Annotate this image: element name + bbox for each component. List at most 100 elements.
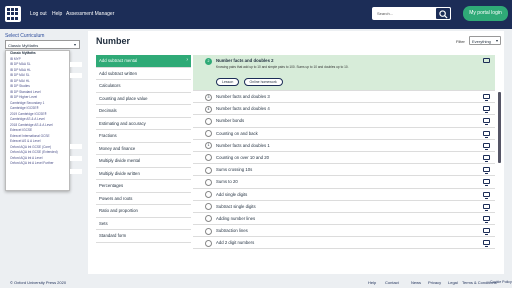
hidden-list-stub xyxy=(70,73,82,78)
lesson-row[interactable]: 4 Number facts and doubles 4 xyxy=(193,103,495,116)
footer-link-help[interactable]: Help xyxy=(368,280,376,285)
lesson-title: Add single digits xyxy=(216,191,248,197)
topic-item[interactable]: Percentages xyxy=(96,180,191,193)
main-panel: Number Filter Everything ▾ Add subtract … xyxy=(88,31,504,274)
lesson-row[interactable]: Add 2 digit numbers xyxy=(193,237,495,250)
topic-item[interactable]: Multiply divide mental xyxy=(96,155,191,168)
filter-label: Filter xyxy=(456,39,465,44)
lesson-row[interactable]: Subtract single digits xyxy=(193,201,495,213)
hidden-list-stub xyxy=(70,156,82,161)
topic-item[interactable]: Money and finance xyxy=(96,143,191,155)
monitor-icon[interactable] xyxy=(483,94,490,101)
lesson-title: Number facts and doubles 1 xyxy=(216,142,270,148)
portal-login-button[interactable]: My portal login xyxy=(463,6,508,21)
logout-link[interactable]: Log out xyxy=(30,11,47,17)
filter-value: Everything xyxy=(472,39,491,44)
lesson-row[interactable]: Counting on over 10 and 20 xyxy=(193,152,495,165)
lesson-row[interactable]: Add single digits xyxy=(193,189,495,201)
chevron-down-icon: ▾ xyxy=(495,38,498,43)
topic-item[interactable]: Estimating and accuracy xyxy=(96,118,191,130)
topic-item[interactable]: Add subtract written xyxy=(96,68,191,80)
monitor-icon[interactable] xyxy=(483,228,490,236)
lesson-number-badge: 2 xyxy=(205,57,212,65)
lesson-number-badge xyxy=(205,203,212,211)
topic-item[interactable]: Decimals xyxy=(96,105,191,118)
monitor-icon[interactable] xyxy=(483,191,490,199)
lesson-actions: Lesson Online homework xyxy=(216,78,286,86)
lesson-title: Adding number lines xyxy=(216,215,256,221)
lesson-number-badge xyxy=(205,166,212,174)
lesson-number-badge xyxy=(205,227,212,235)
footer-link-legal[interactable]: Legal xyxy=(448,280,458,285)
search-button[interactable] xyxy=(435,7,451,20)
footer-link-contact[interactable]: Contact xyxy=(385,280,399,285)
monitor-icon[interactable] xyxy=(483,130,490,138)
footer-link-privacy[interactable]: Privacy xyxy=(428,280,441,285)
chevron-right-icon: › xyxy=(186,57,188,63)
lesson-title: Add 2 digit numbers xyxy=(216,240,255,246)
hidden-list-stub xyxy=(70,62,82,67)
monitor-icon[interactable] xyxy=(483,240,490,248)
lesson-row[interactable]: 1 Number facts and doubles 1 xyxy=(193,140,495,152)
page-title: Number xyxy=(96,36,131,46)
topic-item[interactable]: Counting and place value xyxy=(96,93,191,105)
help-link[interactable]: Help xyxy=(52,11,62,17)
lesson-number-badge xyxy=(205,117,212,125)
lesson-row[interactable]: Sums to 20 xyxy=(193,176,495,189)
chevron-down-icon: ▾ xyxy=(73,42,76,47)
footer-link-cookies[interactable]: Cookie Policy xyxy=(490,280,512,284)
lesson-title: Counting on and back xyxy=(216,130,258,136)
monitor-icon[interactable] xyxy=(483,106,490,114)
topic-item[interactable]: Powers and roots xyxy=(96,193,191,205)
lesson-row[interactable]: 3 Number facts and doubles 3 xyxy=(193,91,495,104)
scrollbar-thumb[interactable] xyxy=(498,92,501,163)
lesson-row[interactable]: Adding number lines xyxy=(193,213,495,226)
topic-item[interactable]: Multiply divide written xyxy=(96,168,191,180)
topic-list: Add subtract mental › Add subtract writte… xyxy=(96,55,191,243)
lesson-number-badge xyxy=(205,191,212,198)
lesson-expanded[interactable]: 2 Number facts and doubles 2 Knowing pai… xyxy=(193,55,495,91)
lesson-title: Sums crossing 10s xyxy=(216,167,253,173)
top-header: Log out Help Assessment Manager Search..… xyxy=(0,0,512,29)
monitor-icon[interactable] xyxy=(483,142,490,150)
copyright: © Oxford University Press 2020 xyxy=(10,280,67,285)
hidden-list-stub xyxy=(70,169,82,174)
curriculum-option[interactable]: Oxford AQA Int A Level Further xyxy=(6,161,69,167)
lesson-row[interactable]: Sums crossing 10s xyxy=(193,164,495,177)
lesson-number-badge xyxy=(205,178,212,186)
lesson-title: Number facts and doubles 3 xyxy=(216,94,270,99)
topic-label: Add subtract mental xyxy=(99,58,138,63)
topic-item[interactable]: Sets xyxy=(96,218,191,230)
hidden-list-stub xyxy=(70,144,82,149)
topic-item[interactable]: Standard form xyxy=(96,230,191,243)
search-icon xyxy=(439,10,448,19)
lesson-row[interactable]: Number bonds xyxy=(193,115,495,128)
mymaths-logo-icon[interactable] xyxy=(5,6,21,22)
lesson-row[interactable]: Counting on and back xyxy=(193,128,495,140)
monitor-icon[interactable] xyxy=(483,154,490,162)
lesson-title: Counting on over 10 and 20 xyxy=(216,154,270,160)
lesson-number-badge xyxy=(205,154,212,162)
filter-select[interactable]: Everything ▾ xyxy=(469,36,501,45)
lesson-number-badge xyxy=(205,130,212,138)
topic-item[interactable]: Add subtract mental › xyxy=(96,55,191,68)
monitor-icon[interactable] xyxy=(483,215,490,223)
topic-item[interactable]: Ratio and proportion xyxy=(96,205,191,218)
assessment-manager-link[interactable]: Assessment Manager xyxy=(66,11,114,17)
lesson-number-badge: 1 xyxy=(205,142,212,150)
curriculum-selected: Classic MyMaths xyxy=(8,43,39,48)
monitor-icon[interactable] xyxy=(483,167,490,175)
online-homework-button[interactable]: Online homework xyxy=(243,78,283,86)
monitor-icon[interactable] xyxy=(483,179,490,187)
lesson-number-badge: 3 xyxy=(205,93,212,101)
curriculum-select[interactable]: Classic MyMaths ▾ xyxy=(5,40,80,49)
footer-link-news[interactable]: News xyxy=(411,280,421,285)
topic-item[interactable]: Fractions xyxy=(96,130,191,143)
monitor-icon[interactable] xyxy=(483,203,490,211)
lesson-button[interactable]: Lesson xyxy=(216,78,240,86)
monitor-icon[interactable] xyxy=(483,58,490,63)
lesson-title: Number facts and doubles 2 xyxy=(216,58,274,63)
topic-item[interactable]: Calculators xyxy=(96,80,191,93)
monitor-icon[interactable] xyxy=(483,118,490,126)
lesson-row[interactable]: Subtraction lines xyxy=(193,225,495,238)
